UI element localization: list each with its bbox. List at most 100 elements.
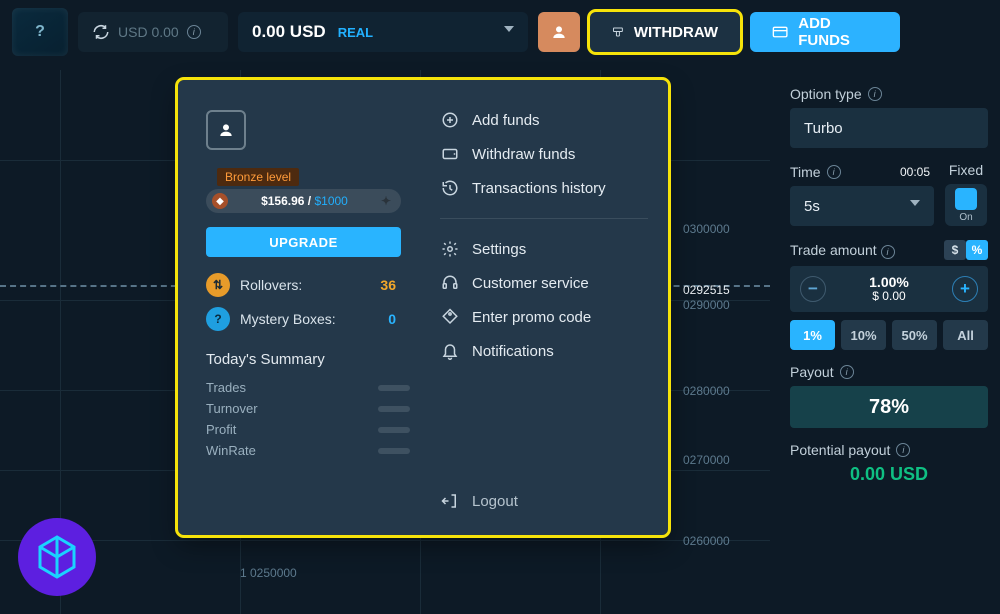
summary-winrate: WinRate [206,443,416,458]
price-tick: 0290000 [683,298,730,312]
potential-section: Potential payout i 0.00 USD [790,442,988,485]
profile-menu-popover: Bronze level ◆ $156.96 / $1000 ✦ UPGRADE… [178,80,668,535]
balance-select[interactable]: 0.00 USD REAL [238,12,528,52]
x-tick: 1 0250000 [240,566,297,580]
summary-trades: Trades [206,380,416,395]
summary-profit: Profit [206,422,416,437]
payout-value: 78% [790,386,988,428]
user-icon [218,122,234,138]
time-select[interactable]: 5s [790,186,934,226]
menu-transactions[interactable]: Transactions history [440,178,648,198]
menu-withdraw[interactable]: Withdraw funds [440,144,648,164]
trade-amount-input: − 1.00% $ 0.00 + [790,266,988,312]
profile-button[interactable] [538,12,580,52]
amount-display: 1.00% $ 0.00 [869,275,909,304]
chip-all[interactable]: All [943,320,988,350]
unit-percent[interactable]: % [966,240,988,260]
gear-icon [440,239,460,259]
price-tick: 0292515 [683,283,730,297]
summary-turnover: Turnover [206,401,416,416]
menu-notifications[interactable]: Notifications [440,341,648,361]
refresh-icon [92,23,110,41]
info-icon: i [868,87,882,101]
price-tick: 0280000 [683,384,730,398]
option-type-section: Option type i Turbo [790,86,988,148]
plus-circle-icon [440,110,460,130]
menu-promo[interactable]: Enter promo code [440,307,648,327]
level-progress: ◆ $156.96 / $1000 ✦ [206,189,401,213]
logout-icon [440,491,460,511]
top-bar: ? USD 0.00 i 0.00 USD REAL WITHDRAW ADD … [0,10,1000,54]
headset-icon [440,273,460,293]
menu-add-funds[interactable]: Add funds [440,110,648,130]
price-tick: 0300000 [683,222,730,236]
info-icon: i [840,365,854,379]
history-icon [440,178,460,198]
add-funds-label: ADD FUNDS [798,15,878,49]
atm-icon [612,23,624,41]
menu-logout[interactable]: Logout [440,491,648,511]
withdraw-label: WITHDRAW [634,24,718,41]
unit-dollar[interactable]: $ [944,240,966,260]
option-type-select[interactable]: Turbo [790,108,988,148]
time-countdown: 00:05 [900,165,930,179]
logo-icon [32,532,82,582]
info-icon: i [881,245,895,259]
user-icon [551,24,567,40]
level-tag: Bronze level [217,168,299,186]
account-menu: Add funds Withdraw funds Transactions hi… [440,110,648,511]
unit-toggle[interactable]: $ % [944,240,988,260]
fixed-toggle[interactable]: On [945,184,987,226]
price-tick: 0260000 [683,534,730,548]
chevron-down-icon [504,26,514,32]
credits-value: USD 0.00 [118,24,179,40]
price-tick: 0270000 [683,453,730,467]
rollover-icon: ⇅ [206,273,230,297]
menu-settings[interactable]: Settings [440,239,648,259]
amount-increase[interactable]: + [952,276,978,302]
avatar [206,110,246,150]
credits-pill[interactable]: USD 0.00 i [78,12,228,52]
stat-rollovers[interactable]: ⇅ Rollovers: 36 [206,273,416,297]
amount-decrease[interactable]: − [800,276,826,302]
trade-amount-label: Trade amount [790,242,877,258]
upgrade-button[interactable]: UPGRADE [206,227,401,257]
card-icon [772,23,788,41]
rollovers-count: 36 [380,277,416,293]
toggle-state: On [959,212,972,223]
withdraw-button[interactable]: WITHDRAW [590,12,740,52]
trade-sidebar: Option type i Turbo Time i 00:05 5s Fixe… [790,86,988,485]
profile-panel: Bronze level ◆ $156.96 / $1000 ✦ UPGRADE… [206,110,416,511]
info-icon: i [896,443,910,457]
chip-10pct[interactable]: 10% [841,320,886,350]
payout-section: Payout i 78% [790,364,988,428]
info-icon: i [827,165,841,179]
toggle-knob [955,188,977,210]
time-section: Time i 00:05 5s Fixed On [790,162,988,226]
brand-logo [18,518,96,596]
mystery-icon: ? [206,307,230,331]
balance-type: REAL [338,25,373,40]
fixed-label: Fixed [949,162,983,178]
diamond-icon: ◆ [212,193,228,209]
trade-amount-section: Trade amount i $ % − 1.00% $ 0.00 + 1% 1… [790,240,988,350]
plus-icon: ✦ [381,194,391,208]
balance-amount: 0.00 USD [252,22,326,42]
stat-mystery[interactable]: ? Mystery Boxes: 0 [206,307,416,331]
add-funds-button[interactable]: ADD FUNDS [750,12,900,52]
mystery-count: 0 [388,311,416,327]
chip-1pct[interactable]: 1% [790,320,835,350]
chevron-down-icon [910,200,920,206]
time-label: Time [790,164,821,180]
wallet-icon [440,144,460,164]
tag-icon [440,307,460,327]
logo-cube[interactable]: ? [12,8,68,56]
bell-icon [440,341,460,361]
info-icon: i [187,25,201,39]
menu-support[interactable]: Customer service [440,273,648,293]
potential-value: 0.00 USD [790,464,988,485]
chip-50pct[interactable]: 50% [892,320,937,350]
option-type-label: Option type [790,86,862,102]
summary-title: Today's Summary [206,351,416,368]
level-max: $1000 [314,194,347,208]
